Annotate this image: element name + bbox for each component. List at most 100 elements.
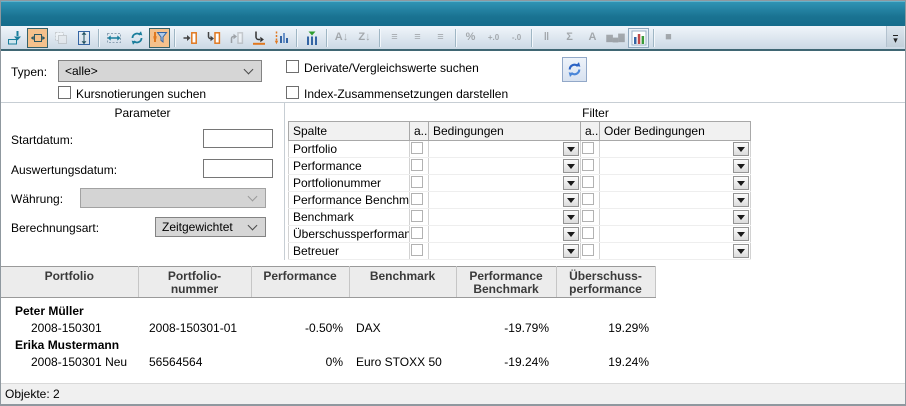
or-condition-cell[interactable] xyxy=(600,141,751,158)
placeholder-icon[interactable]: ■ xyxy=(658,28,679,48)
dropdown-arrow-icon xyxy=(737,181,745,186)
chart-icon[interactable] xyxy=(628,28,649,48)
or-condition-dropdown-button[interactable] xyxy=(733,244,749,258)
or-condition-dropdown-button[interactable] xyxy=(733,193,749,207)
insert-column-icon[interactable] xyxy=(301,28,322,48)
fit-window-icon[interactable] xyxy=(27,28,48,48)
filter-and-checkbox[interactable] xyxy=(411,244,423,256)
condition-dropdown-button[interactable] xyxy=(563,227,579,241)
fit-height-icon[interactable] xyxy=(73,28,94,48)
chart-gray-icon[interactable]: ▆▄▇ xyxy=(605,28,626,48)
auto-column-width-icon[interactable] xyxy=(103,28,124,48)
condition-dropdown-button[interactable] xyxy=(563,142,579,156)
cell-benchmark: DAX xyxy=(349,320,456,337)
condition-cell[interactable] xyxy=(429,175,581,192)
filter-and-checkbox[interactable] xyxy=(411,193,423,205)
align-left-icon[interactable]: ≡ xyxy=(384,28,405,48)
sum-icon[interactable]: Σ xyxy=(559,28,580,48)
results-row[interactable]: 2008-150301 2008-150301-01 -0.50% DAX -1… xyxy=(1,320,655,337)
derivate-checkbox[interactable] xyxy=(286,60,299,73)
kursnotierungen-checkbox[interactable] xyxy=(58,86,71,99)
filter-row: Portfolio xyxy=(289,141,751,158)
drill-down-icon[interactable] xyxy=(202,28,223,48)
filter-and-checkbox[interactable] xyxy=(411,210,423,222)
dropdown-arrow-icon xyxy=(737,164,745,169)
condition-dropdown-button[interactable] xyxy=(563,244,579,258)
condition-dropdown-button[interactable] xyxy=(563,159,579,173)
or-condition-dropdown-button[interactable] xyxy=(733,227,749,241)
waehrung-combobox[interactable] xyxy=(80,188,266,208)
berechnungsart-combobox[interactable]: Zeitgewichtet xyxy=(155,217,266,237)
or-condition-dropdown-button[interactable] xyxy=(733,142,749,156)
filter-column-label: Benchmark xyxy=(289,209,410,226)
dropdown-arrow-icon xyxy=(567,232,575,237)
or-condition-cell[interactable] xyxy=(600,226,751,243)
results-group-row[interactable]: Peter Müller xyxy=(1,303,655,320)
copy-view-icon[interactable] xyxy=(50,28,71,48)
drill-up-icon[interactable] xyxy=(225,28,246,48)
berechnungsart-label: Berechnungsart: xyxy=(11,221,99,235)
condition-dropdown-button[interactable] xyxy=(563,193,579,207)
align-center-icon[interactable]: ≡ xyxy=(407,28,428,48)
or-condition-dropdown-button[interactable] xyxy=(733,210,749,224)
filter-or-checkbox[interactable] xyxy=(582,227,594,239)
or-condition-cell[interactable] xyxy=(600,175,751,192)
kursnotierungen-label: Kursnotierungen suchen xyxy=(76,87,206,101)
condition-cell[interactable] xyxy=(429,192,581,209)
filter-or-checkbox[interactable] xyxy=(582,159,594,171)
condition-dropdown-button[interactable] xyxy=(563,176,579,190)
filter-or-checkbox[interactable] xyxy=(582,176,594,188)
results-header-performance: Performance xyxy=(251,267,349,298)
histogram-settings-icon[interactable] xyxy=(271,28,292,48)
typen-label: Typen: xyxy=(11,65,47,79)
results-group-row[interactable]: Erika Mustermann xyxy=(1,337,655,354)
filter-and-checkbox[interactable] xyxy=(411,227,423,239)
results-header-portfolio: Portfolio xyxy=(1,267,138,298)
condition-cell[interactable] xyxy=(429,158,581,175)
filter-column-label: Portfolionummer xyxy=(289,175,410,192)
goto-bottom-icon[interactable] xyxy=(248,28,269,48)
percent-format-icon[interactable]: % xyxy=(460,28,481,48)
filter-or-checkbox[interactable] xyxy=(582,210,594,222)
auswertungsdatum-input[interactable] xyxy=(203,159,273,178)
save-view-icon[interactable] xyxy=(4,28,25,48)
filter-or-checkbox[interactable] xyxy=(582,244,594,256)
filter-icon[interactable] xyxy=(149,28,170,48)
filter-table: Spalte a.. Bedingungen a.. Oder Bedingun… xyxy=(288,121,751,260)
or-condition-cell[interactable] xyxy=(600,209,751,226)
remove-decimal-icon[interactable]: -.0 xyxy=(506,28,527,48)
results-header-row: Portfolio Portfolio-nummer Performance B… xyxy=(1,267,655,298)
or-condition-cell[interactable] xyxy=(600,192,751,209)
expand-right-icon[interactable] xyxy=(179,28,200,48)
filter-or-checkbox[interactable] xyxy=(582,193,594,205)
filter-and-checkbox[interactable] xyxy=(411,159,423,171)
or-condition-dropdown-button[interactable] xyxy=(733,159,749,173)
freeze-columns-icon[interactable]: ‖ xyxy=(536,28,557,48)
dropdown-arrow-icon xyxy=(737,198,745,203)
filter-and-checkbox[interactable] xyxy=(411,142,423,154)
typen-combobox[interactable]: <alle> xyxy=(58,60,262,82)
results-row[interactable]: 2008-150301 Neu 56564564 0% Euro STOXX 5… xyxy=(1,354,655,371)
condition-cell[interactable] xyxy=(429,209,581,226)
condition-dropdown-button[interactable] xyxy=(563,210,579,224)
toolbar-overflow-button[interactable]: ▾ xyxy=(886,26,904,47)
or-condition-cell[interactable] xyxy=(600,243,751,260)
chevron-down-icon xyxy=(244,65,254,75)
dropdown-arrow-icon xyxy=(567,198,575,203)
refresh-search-button[interactable] xyxy=(562,57,587,82)
condition-cell[interactable] xyxy=(429,226,581,243)
filter-and-checkbox[interactable] xyxy=(411,176,423,188)
index-checkbox[interactable] xyxy=(286,86,299,99)
align-right-icon[interactable]: ≡ xyxy=(430,28,451,48)
sort-ascending-icon[interactable]: A↓ xyxy=(331,28,352,48)
startdatum-input[interactable] xyxy=(203,129,273,148)
sort-descending-icon[interactable]: Z↓ xyxy=(354,28,375,48)
filter-or-checkbox[interactable] xyxy=(582,142,594,154)
refresh-icon[interactable] xyxy=(126,28,147,48)
font-icon[interactable]: A xyxy=(582,28,603,48)
or-condition-cell[interactable] xyxy=(600,158,751,175)
or-condition-dropdown-button[interactable] xyxy=(733,176,749,190)
condition-cell[interactable] xyxy=(429,141,581,158)
condition-cell[interactable] xyxy=(429,243,581,260)
add-decimal-icon[interactable]: +.0 xyxy=(483,28,504,48)
